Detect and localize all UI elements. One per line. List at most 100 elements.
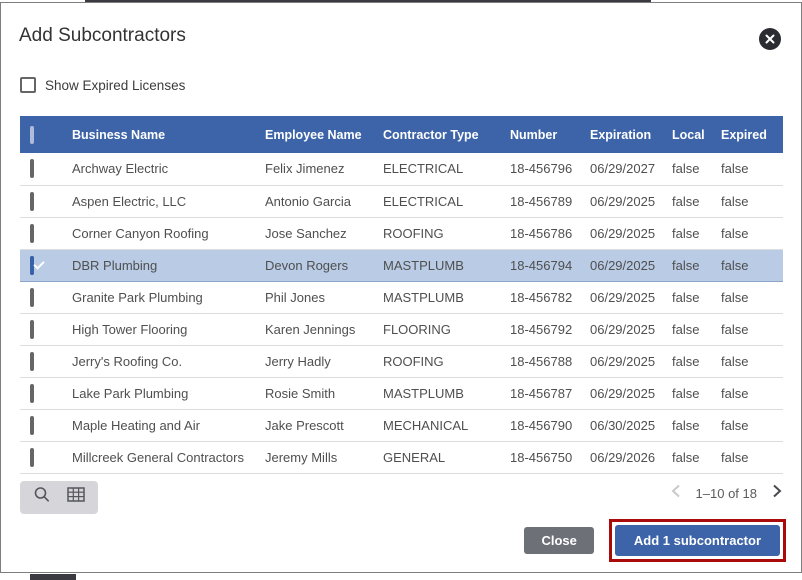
table-body: Archway Electric Felix Jimenez ELECTRICA…	[20, 153, 783, 473]
cell-expiration: 06/29/2025	[590, 217, 672, 249]
column-header-expiration[interactable]: Expiration	[590, 116, 672, 153]
row-checkbox[interactable]	[30, 224, 34, 243]
table-grid-icon	[67, 487, 85, 508]
modal-title: Add Subcontractors	[19, 25, 186, 47]
row-checkbox[interactable]	[30, 288, 34, 307]
pagination: 1–10 of 18	[668, 485, 785, 501]
table-row[interactable]: Jerry's Roofing Co. Jerry Hadly ROOFING …	[20, 345, 783, 377]
column-header-employee-name[interactable]: Employee Name	[265, 116, 383, 153]
row-checkbox[interactable]	[30, 256, 34, 275]
cell-number: 18-456782	[510, 281, 590, 313]
cell-expiration: 06/29/2025	[590, 185, 672, 217]
table-row[interactable]: High Tower Flooring Karen Jennings FLOOR…	[20, 313, 783, 345]
cell-employee-name: Devon Rogers	[265, 249, 383, 281]
cell-business-name: Lake Park Plumbing	[72, 377, 265, 409]
column-settings-button[interactable]	[64, 486, 88, 510]
row-checkbox[interactable]	[30, 159, 34, 178]
select-all-checkbox[interactable]	[30, 126, 34, 144]
checkbox-icon[interactable]	[20, 77, 36, 93]
column-header-business-name[interactable]: Business Name	[72, 116, 265, 153]
previous-page-button[interactable]	[668, 485, 684, 501]
cell-contractor-type: ROOFING	[383, 345, 510, 377]
modal-close-button[interactable]	[759, 28, 781, 50]
cell-expired: false	[721, 153, 783, 185]
cell-employee-name: Jeremy Mills	[265, 441, 383, 473]
cell-number: 18-456787	[510, 377, 590, 409]
row-checkbox[interactable]	[30, 416, 34, 435]
cell-expired: false	[721, 281, 783, 313]
cell-contractor-type: ROOFING	[383, 217, 510, 249]
annotation-highlight-box: Add 1 subcontractor	[609, 519, 786, 562]
column-header-expired[interactable]: Expired	[721, 116, 783, 153]
cell-expired: false	[721, 409, 783, 441]
cell-expiration: 06/29/2025	[590, 249, 672, 281]
cell-number: 18-456786	[510, 217, 590, 249]
add-subcontractor-button[interactable]: Add 1 subcontractor	[615, 525, 780, 556]
row-checkbox[interactable]	[30, 448, 34, 467]
cell-contractor-type: ELECTRICAL	[383, 153, 510, 185]
column-header-contractor-type[interactable]: Contractor Type	[383, 116, 510, 153]
cell-employee-name: Phil Jones	[265, 281, 383, 313]
cell-local: false	[672, 313, 721, 345]
add-subcontractors-modal: Add Subcontractors Show Expired Licenses	[0, 2, 802, 573]
table-row[interactable]: DBR Plumbing Devon Rogers MASTPLUMB 18-4…	[20, 249, 783, 281]
table-row[interactable]: Granite Park Plumbing Phil Jones MASTPLU…	[20, 281, 783, 313]
close-icon	[765, 34, 775, 44]
cell-local: false	[672, 185, 721, 217]
background-page-fragment-bottom	[30, 574, 76, 580]
row-checkbox[interactable]	[30, 352, 34, 371]
cell-number: 18-456788	[510, 345, 590, 377]
row-checkbox[interactable]	[30, 384, 34, 403]
cell-contractor-type: MASTPLUMB	[383, 249, 510, 281]
cell-contractor-type: GENERAL	[383, 441, 510, 473]
cell-contractor-type: ELECTRICAL	[383, 185, 510, 217]
cell-employee-name: Jerry Hadly	[265, 345, 383, 377]
cell-business-name: Corner Canyon Roofing	[72, 217, 265, 249]
table-row[interactable]: Millcreek General Contractors Jeremy Mil…	[20, 441, 783, 473]
row-checkbox[interactable]	[30, 320, 34, 339]
cell-local: false	[672, 217, 721, 249]
table-tools-group	[20, 481, 98, 514]
cell-business-name: DBR Plumbing	[72, 249, 265, 281]
cell-employee-name: Karen Jennings	[265, 313, 383, 345]
chevron-left-icon	[671, 484, 681, 503]
cell-number: 18-456794	[510, 249, 590, 281]
search-button[interactable]	[30, 486, 54, 510]
cell-expired: false	[721, 249, 783, 281]
cell-business-name: High Tower Flooring	[72, 313, 265, 345]
cell-employee-name: Jake Prescott	[265, 409, 383, 441]
next-page-button[interactable]	[769, 485, 785, 501]
cell-business-name: Granite Park Plumbing	[72, 281, 265, 313]
cell-local: false	[672, 441, 721, 473]
row-checkbox[interactable]	[30, 192, 34, 211]
cell-employee-name: Rosie Smith	[265, 377, 383, 409]
cell-local: false	[672, 377, 721, 409]
cell-number: 18-456792	[510, 313, 590, 345]
cell-contractor-type: FLOORING	[383, 313, 510, 345]
cell-expiration: 06/29/2025	[590, 281, 672, 313]
cell-number: 18-456789	[510, 185, 590, 217]
cell-business-name: Archway Electric	[72, 153, 265, 185]
cell-contractor-type: MASTPLUMB	[383, 377, 510, 409]
table-row[interactable]: Aspen Electric, LLC Antonio Garcia ELECT…	[20, 185, 783, 217]
cell-expired: false	[721, 441, 783, 473]
cell-local: false	[672, 409, 721, 441]
column-header-local[interactable]: Local	[672, 116, 721, 153]
cell-employee-name: Felix Jimenez	[265, 153, 383, 185]
close-button[interactable]: Close	[524, 527, 593, 554]
cell-expired: false	[721, 345, 783, 377]
table-row[interactable]: Corner Canyon Roofing Jose Sanchez ROOFI…	[20, 217, 783, 249]
table-row[interactable]: Lake Park Plumbing Rosie Smith MASTPLUMB…	[20, 377, 783, 409]
cell-expiration: 06/29/2025	[590, 377, 672, 409]
table-row[interactable]: Maple Heating and Air Jake Prescott MECH…	[20, 409, 783, 441]
footer-buttons: Close Add 1 subcontractor	[524, 519, 786, 562]
cell-expired: false	[721, 217, 783, 249]
cell-local: false	[672, 249, 721, 281]
table-row[interactable]: Archway Electric Felix Jimenez ELECTRICA…	[20, 153, 783, 185]
show-expired-licenses-checkbox[interactable]: Show Expired Licenses	[20, 77, 185, 93]
show-expired-licenses-label: Show Expired Licenses	[45, 78, 185, 93]
page-background: Add Subcontractors Show Expired Licenses	[0, 0, 802, 580]
column-header-number[interactable]: Number	[510, 116, 590, 153]
cell-expiration: 06/29/2027	[590, 153, 672, 185]
cell-expired: false	[721, 185, 783, 217]
